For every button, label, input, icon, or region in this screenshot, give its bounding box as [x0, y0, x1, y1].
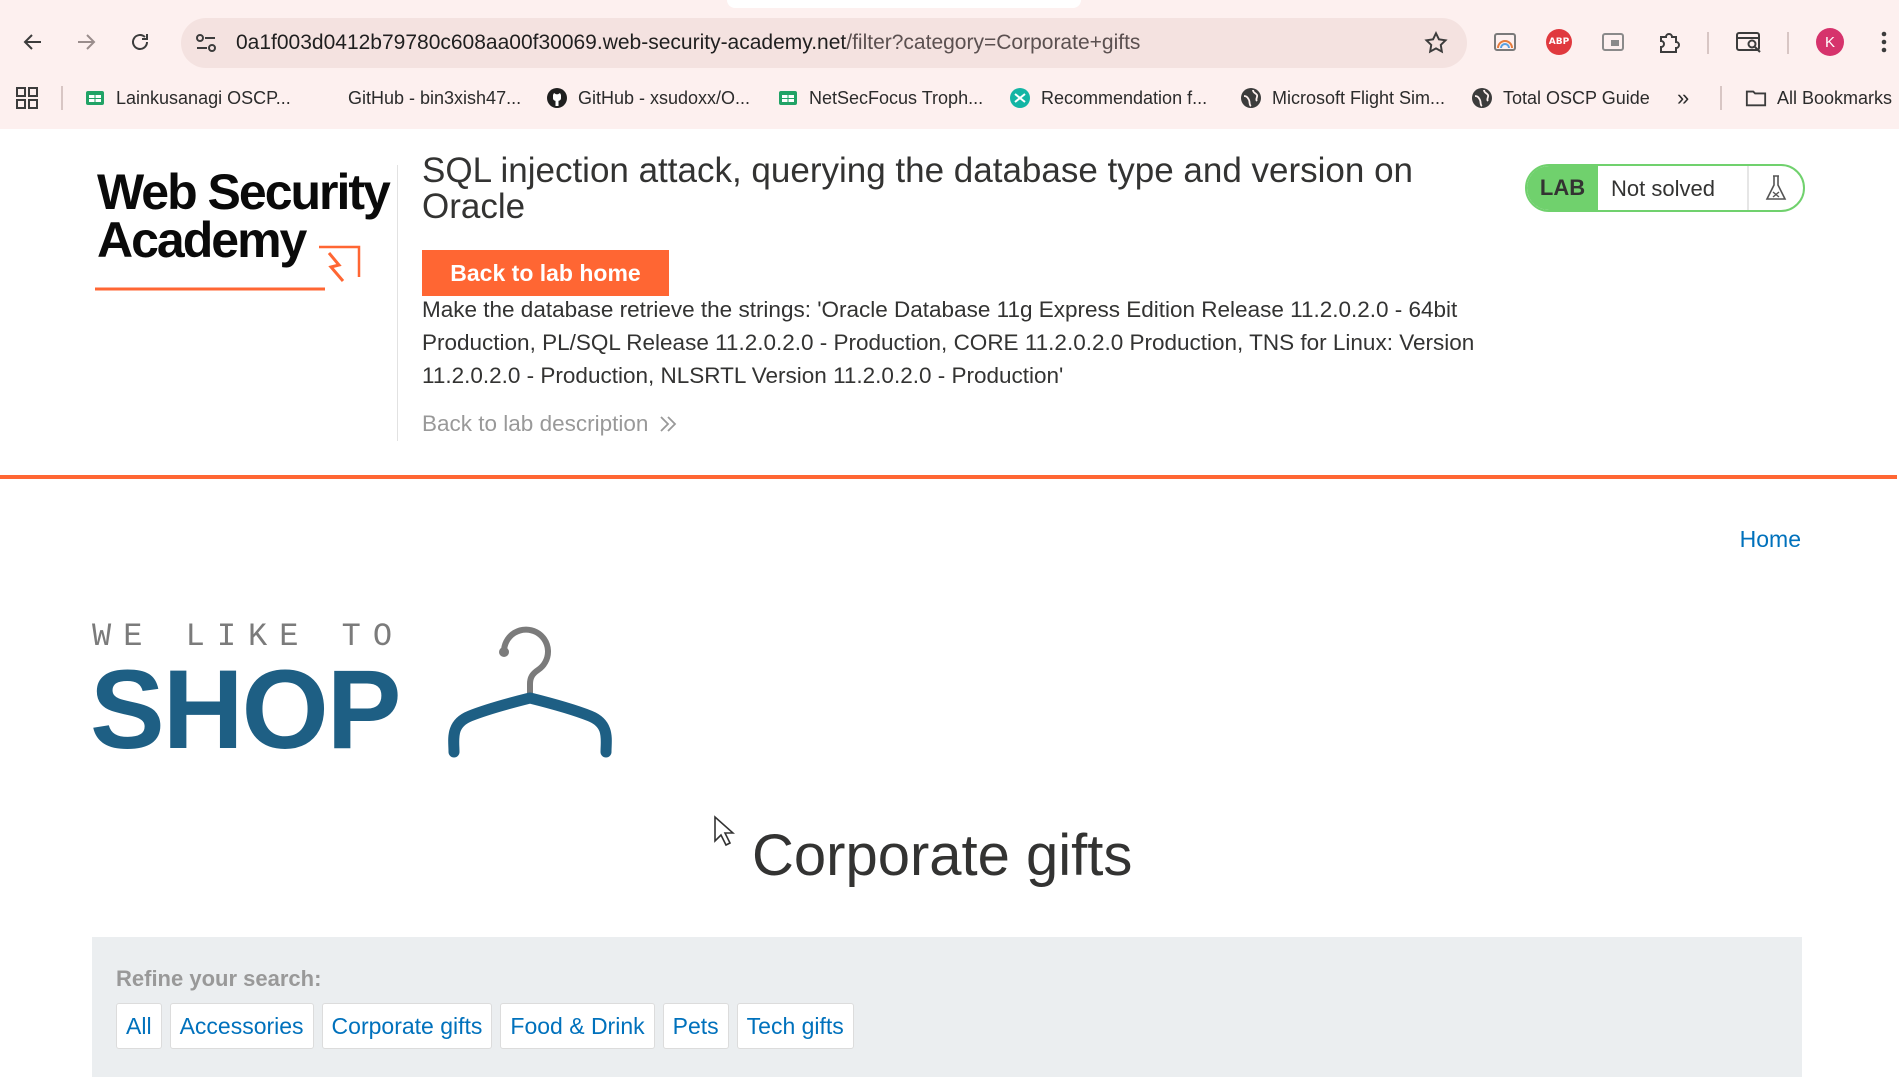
site-info-icon[interactable]: [193, 30, 219, 56]
home-link[interactable]: Home: [1740, 526, 1801, 553]
puzzle-icon: [1660, 33, 1680, 53]
filter-panel: Refine your search: All Accessories Corp…: [92, 937, 1802, 1077]
extensions-button[interactable]: [1655, 28, 1683, 56]
refine-search-label: Refine your search:: [116, 966, 322, 991]
lab-status-widget: LAB Not solved: [1525, 164, 1805, 212]
recommendation-icon: [1009, 87, 1031, 109]
folder-icon: [1745, 87, 1767, 109]
flask-icon: [1765, 175, 1787, 200]
cast-extension-button[interactable]: [1491, 28, 1519, 56]
bookmark-label: Microsoft Flight Sim...: [1272, 87, 1446, 108]
back-to-description-label: Back to lab description: [422, 411, 649, 436]
filter-corporate-gifts[interactable]: Corporate gifts: [321, 1003, 493, 1049]
logo-line2: Academy: [97, 212, 307, 268]
toolbar-separator: [1707, 32, 1709, 54]
filter-all[interactable]: All: [116, 1003, 162, 1049]
url-host: 0a1f003d0412b79780c608aa00f30069.web-sec…: [236, 31, 847, 54]
lab-title: SQL injection attack, querying the datab…: [422, 151, 1414, 226]
bookmark-label: GitHub - xsudoxx/O...: [578, 87, 751, 108]
github-icon: [546, 87, 568, 109]
bookmark-item[interactable]: Total OSCP Guide: [1471, 86, 1650, 110]
url-text[interactable]: 0a1f003d0412b79780c608aa00f30069.web-sec…: [236, 31, 1140, 55]
category-filters: All Accessories Corporate gifts Food & D…: [116, 1003, 854, 1049]
active-tab-edge[interactable]: [727, 0, 1081, 8]
lab-header: Web Security Academy SQL injection attac…: [0, 129, 1899, 479]
lab-flask-button[interactable]: [1747, 166, 1803, 210]
browser-menu-button[interactable]: [1870, 28, 1898, 56]
web-security-academy-logo[interactable]: Web Security Academy: [95, 161, 395, 291]
bookmark-label: Total OSCP Guide: [1503, 87, 1650, 108]
bookmark-label: Lainkusanagi OSCP...: [116, 87, 291, 108]
pip-extension-button[interactable]: [1599, 28, 1627, 56]
lab-tag: LAB: [1527, 166, 1598, 210]
lab-status-text: Not solved: [1611, 176, 1715, 201]
logo-underline-icon: [95, 287, 325, 291]
lab-description: Make the database retrieve the strings: …: [422, 297, 1475, 388]
globe-icon: [1471, 87, 1493, 109]
sheets-icon: [84, 87, 106, 109]
kebab-menu-icon: [1881, 31, 1887, 53]
picture-in-picture-icon: [1602, 33, 1624, 51]
more-bookmarks-button[interactable]: »: [1677, 85, 1689, 110]
double-chevron-right-icon: [660, 416, 677, 432]
back-to-lab-description-link[interactable]: Back to lab description: [422, 411, 678, 437]
reload-icon: [132, 34, 148, 50]
logo-bolt-icon: [319, 245, 361, 282]
filter-food-drink[interactable]: Food & Drink: [500, 1003, 655, 1049]
bookmark-label: GitHub - bin3xish47...: [348, 87, 522, 108]
bookmarks-separator: [61, 86, 63, 110]
bookmark-item[interactable]: Lainkusanagi OSCP...: [84, 86, 291, 110]
tab-search-icon: [1736, 32, 1761, 53]
bookmark-item[interactable]: Recommendation f...: [1009, 86, 1207, 110]
filter-pets[interactable]: Pets: [662, 1003, 729, 1049]
adblock-icon: ABP: [1546, 29, 1572, 55]
bookmark-item[interactable]: GitHub - xsudoxx/O...: [546, 86, 750, 110]
arrow-left-icon: [23, 34, 41, 50]
blank-page-icon: [316, 87, 338, 109]
rainbow-icon: [1494, 33, 1516, 51]
logo-line1: Web Security: [97, 164, 391, 220]
globe-icon: [1240, 87, 1262, 109]
all-bookmarks-button[interactable]: All Bookmarks: [1745, 86, 1892, 110]
browser-chrome: 0a1f003d0412b79780c608aa00f30069.web-sec…: [0, 0, 1899, 129]
forward-button[interactable]: [68, 24, 104, 60]
shop-wordmark: SHOP: [90, 647, 401, 772]
address-bar[interactable]: 0a1f003d0412b79780c608aa00f30069.web-sec…: [181, 18, 1467, 68]
mouse-cursor-icon: [714, 815, 735, 847]
toolbar-separator: [1787, 32, 1789, 54]
filter-tech-gifts[interactable]: Tech gifts: [736, 1003, 854, 1049]
back-button[interactable]: [15, 24, 51, 60]
apps-grid-icon: [16, 87, 38, 109]
adblock-extension-button[interactable]: ABP: [1545, 28, 1573, 56]
profile-button[interactable]: K: [1816, 28, 1844, 56]
hanger-icon: [448, 626, 612, 758]
reload-button[interactable]: [122, 24, 158, 60]
sheets-icon: [777, 87, 799, 109]
filter-accessories[interactable]: Accessories: [169, 1003, 314, 1049]
bookmark-item[interactable]: Microsoft Flight Sim...: [1240, 86, 1445, 110]
header-orange-rule: [0, 475, 1897, 479]
page-title: Corporate gifts: [752, 823, 1133, 888]
we-like-to-shop-logo[interactable]: WE LIKE TO SHOP: [90, 612, 630, 766]
bookmark-item[interactable]: GitHub - bin3xish47...: [316, 86, 521, 110]
apps-button[interactable]: [15, 86, 39, 110]
all-bookmarks-label: All Bookmarks: [1777, 87, 1893, 108]
header-divider: [397, 165, 398, 441]
arrow-right-icon: [78, 34, 96, 50]
url-path: /filter?category=Corporate+gifts: [846, 31, 1141, 54]
bookmark-label: NetSecFocus Troph...: [809, 87, 984, 108]
bookmarks-separator: [1720, 86, 1722, 110]
bookmark-label: Recommendation f...: [1041, 87, 1208, 108]
bookmark-star-icon[interactable]: [1423, 30, 1449, 56]
bookmark-item[interactable]: NetSecFocus Troph...: [777, 86, 983, 110]
back-to-lab-home-button[interactable]: Back to lab home: [422, 250, 669, 296]
tab-search-button[interactable]: [1735, 28, 1763, 56]
avatar: K: [1816, 28, 1844, 56]
